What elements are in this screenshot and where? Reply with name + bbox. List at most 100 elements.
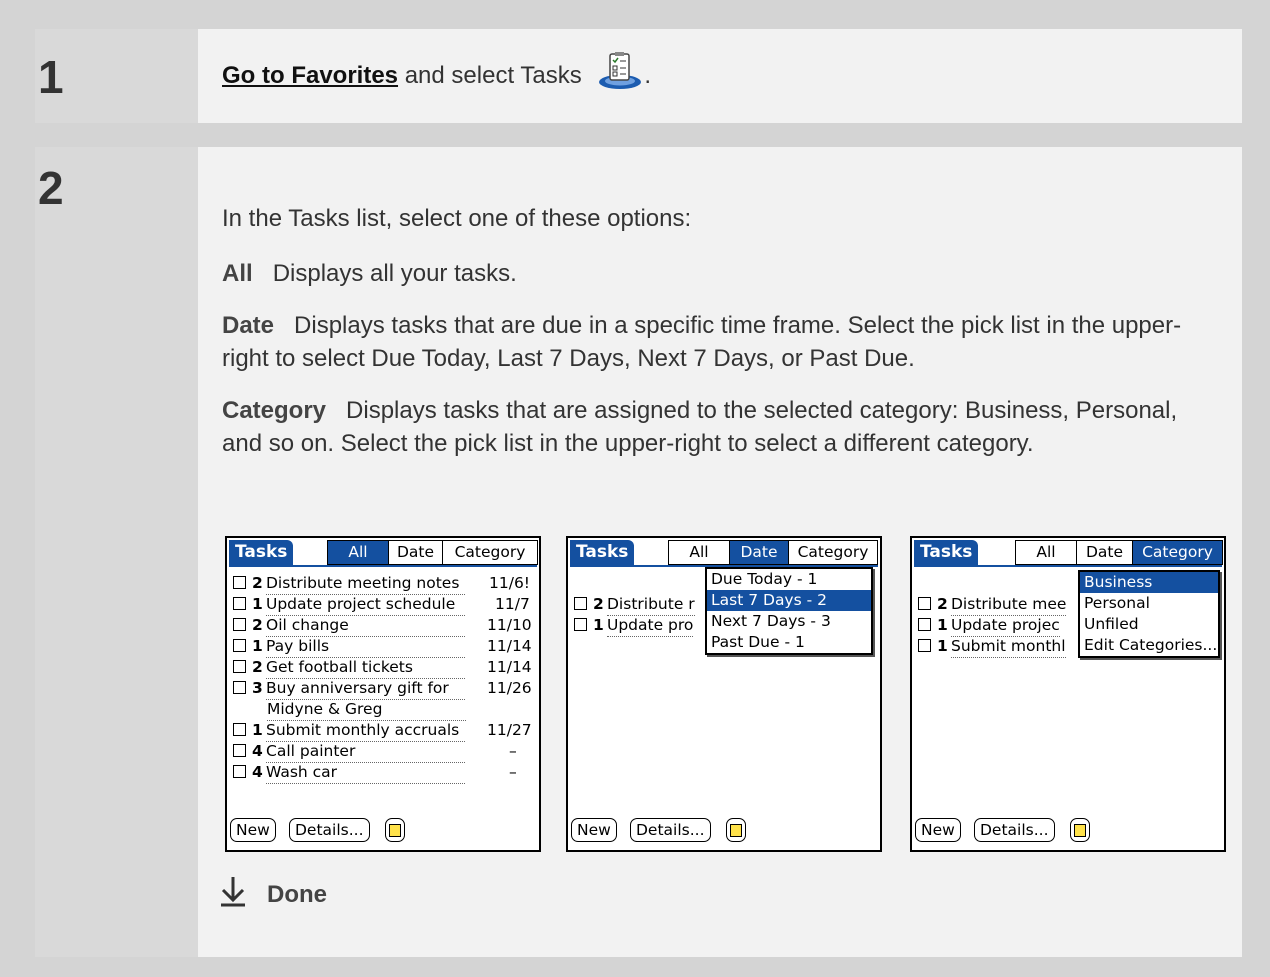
checkbox[interactable] bbox=[233, 723, 246, 736]
step-number: 1 bbox=[38, 51, 64, 103]
checkbox[interactable] bbox=[233, 660, 246, 673]
task-desc[interactable]: Update project schedule bbox=[266, 594, 465, 616]
note-icon bbox=[1074, 824, 1086, 837]
pick-option[interactable]: Personal bbox=[1080, 593, 1218, 614]
priority: 2 bbox=[937, 595, 948, 613]
pick-option[interactable]: Next 7 Days - 3 bbox=[707, 611, 871, 632]
details-button[interactable]: Details... bbox=[289, 818, 370, 842]
priority: 2 bbox=[593, 595, 604, 613]
priority: 1 bbox=[252, 721, 263, 739]
tab-category[interactable]: Category bbox=[788, 540, 878, 565]
tab-date[interactable]: Date bbox=[729, 540, 789, 565]
checkbox[interactable] bbox=[918, 618, 931, 631]
task-desc[interactable]: Get football tickets bbox=[266, 657, 465, 679]
task-row[interactable]: 1 Update project schedule 11/7 bbox=[233, 594, 530, 616]
task-desc[interactable]: Oil change bbox=[266, 615, 465, 637]
checkbox[interactable] bbox=[233, 639, 246, 652]
task-desc[interactable]: Submit monthly accruals bbox=[266, 720, 465, 742]
note-icon bbox=[730, 824, 742, 837]
checkbox[interactable] bbox=[233, 744, 246, 757]
pick-option[interactable]: Past Due - 1 bbox=[707, 632, 871, 653]
task-desc[interactable]: Update pro bbox=[607, 615, 694, 637]
task-row[interactable]: 2 Distribute r bbox=[574, 594, 695, 616]
task-row[interactable]: 2 Oil change 11/10 bbox=[233, 615, 532, 637]
task-desc[interactable]: Distribute r bbox=[607, 594, 695, 616]
note-button[interactable] bbox=[1070, 818, 1090, 842]
pick-option[interactable]: Due Today - 1 bbox=[707, 569, 871, 590]
checkbox[interactable] bbox=[918, 639, 931, 652]
priority: 3 bbox=[252, 679, 263, 697]
tasks-app-icon bbox=[598, 52, 642, 89]
go-to-favorites-link[interactable]: Go to Favorites bbox=[222, 62, 398, 90]
due-date: 11/14 bbox=[487, 637, 532, 655]
app-title: Tasks bbox=[570, 540, 635, 565]
tasks-screen-category: Tasks All Date Category 2 Distribute mee … bbox=[910, 536, 1226, 852]
task-row[interactable]: 3 Buy anniversary gift for 11/26 bbox=[233, 678, 532, 700]
option-term: All bbox=[222, 260, 253, 287]
task-desc[interactable]: Wash car bbox=[266, 762, 465, 784]
task-row[interactable]: 1 Submit monthly accruals 11/27 bbox=[233, 720, 532, 742]
pick-option-selected[interactable]: Business bbox=[1080, 572, 1218, 593]
priority: 4 bbox=[252, 763, 263, 781]
task-row-continued[interactable]: Midyne & Greg bbox=[267, 699, 466, 721]
task-desc[interactable]: Update projec bbox=[951, 615, 1060, 637]
tab-category[interactable]: Category bbox=[1132, 540, 1223, 565]
task-row[interactable]: 4 Wash car – bbox=[233, 762, 517, 784]
task-row[interactable]: 2 Get football tickets 11/14 bbox=[233, 657, 532, 679]
details-button[interactable]: Details... bbox=[974, 818, 1055, 842]
tab-date[interactable]: Date bbox=[1076, 540, 1133, 565]
pick-option[interactable]: Edit Categories... bbox=[1080, 635, 1218, 656]
task-row[interactable]: 2 Distribute mee bbox=[918, 594, 1067, 616]
task-row[interactable]: 1 Submit monthl bbox=[918, 636, 1066, 658]
new-button[interactable]: New bbox=[230, 818, 276, 842]
checkbox[interactable] bbox=[233, 576, 246, 589]
new-button[interactable]: New bbox=[915, 818, 961, 842]
checkbox[interactable] bbox=[574, 618, 587, 631]
details-button[interactable]: Details... bbox=[630, 818, 711, 842]
tab-all[interactable]: All bbox=[1015, 540, 1077, 565]
option-all: All Displays all your tasks. bbox=[222, 257, 1214, 290]
due-date: – bbox=[509, 763, 517, 781]
task-row[interactable]: 1 Update projec bbox=[918, 615, 1060, 637]
pick-option[interactable]: Unfiled bbox=[1080, 614, 1218, 635]
tab-all[interactable]: All bbox=[327, 540, 389, 565]
new-button[interactable]: New bbox=[571, 818, 617, 842]
task-desc[interactable]: Buy anniversary gift for bbox=[266, 678, 465, 700]
note-button[interactable] bbox=[726, 818, 746, 842]
task-desc[interactable]: Midyne & Greg bbox=[267, 699, 466, 721]
task-desc[interactable]: Call painter bbox=[266, 741, 465, 763]
option-desc: Displays tasks that are assigned to the … bbox=[222, 397, 1178, 457]
checkbox[interactable] bbox=[233, 618, 246, 631]
tab-all[interactable]: All bbox=[668, 540, 730, 565]
tab-category[interactable]: Category bbox=[442, 540, 538, 565]
due-date: 11/6! bbox=[489, 574, 531, 592]
task-desc[interactable]: Pay bills bbox=[266, 636, 465, 658]
title-bar: Tasks All Date Category bbox=[570, 540, 878, 567]
title-bar: Tasks All Date Category bbox=[229, 540, 538, 567]
tasks-screen-date: Tasks All Date Category 2 Distribute r 1U… bbox=[566, 536, 882, 852]
due-date: 11/26 bbox=[487, 679, 532, 697]
task-row[interactable]: 1 Pay bills 11/14 bbox=[233, 636, 532, 658]
task-desc[interactable]: Distribute meeting notes bbox=[266, 573, 465, 595]
checkbox[interactable] bbox=[233, 765, 246, 778]
checkbox[interactable] bbox=[233, 681, 246, 694]
due-date: 11/10 bbox=[487, 616, 532, 634]
checkbox[interactable] bbox=[918, 597, 931, 610]
task-row[interactable]: 4 Call painter – bbox=[233, 741, 517, 763]
due-date: 11/14 bbox=[487, 658, 532, 676]
step-1-instruction: and select Tasks bbox=[398, 62, 589, 89]
due-date: – bbox=[509, 742, 517, 760]
checkbox[interactable] bbox=[574, 597, 587, 610]
step-2-intro: In the Tasks list, select one of these o… bbox=[222, 205, 692, 232]
task-row[interactable]: 2 Distribute meeting notes 11/6! bbox=[233, 573, 530, 595]
tab-date[interactable]: Date bbox=[388, 540, 443, 565]
app-title: Tasks bbox=[914, 540, 979, 565]
note-button[interactable] bbox=[385, 818, 405, 842]
task-row[interactable]: 1 Update pro bbox=[574, 615, 694, 637]
option-desc: Displays all your tasks. bbox=[272, 260, 517, 287]
priority: 1 bbox=[593, 616, 604, 634]
pick-option-selected[interactable]: Last 7 Days - 2 bbox=[707, 590, 871, 611]
task-desc[interactable]: Distribute mee bbox=[951, 594, 1067, 616]
task-desc[interactable]: Submit monthl bbox=[951, 636, 1066, 658]
checkbox[interactable] bbox=[233, 597, 246, 610]
